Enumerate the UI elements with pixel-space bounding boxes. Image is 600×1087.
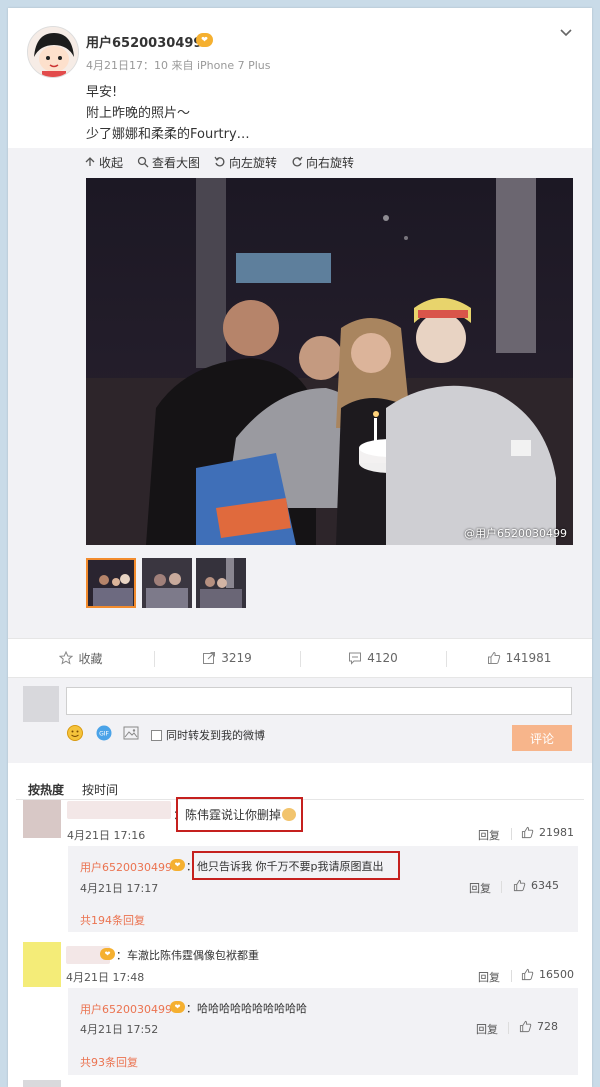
star-icon (59, 651, 74, 665)
post-action-bar: 收藏 3219 4120 141981 (8, 638, 592, 678)
comment-button[interactable]: 4120 (300, 639, 446, 677)
post-text-line-3: 少了娜娜和柔柔的Fourtry… (86, 127, 250, 142)
current-user-avatar (23, 686, 59, 722)
comment-sort: 按热度 按时间 (28, 781, 118, 798)
image-icon[interactable] (122, 724, 140, 742)
up-arrow-icon (85, 157, 95, 166)
thumbnail-3[interactable] (196, 558, 246, 608)
commenter-name[interactable] (67, 801, 171, 819)
sort-by-hot-tab[interactable]: 按热度 (28, 781, 64, 798)
comment-icon (349, 652, 362, 665)
svg-text:GIF: GIF (99, 731, 109, 738)
comment-like-button[interactable]: 16500 (521, 968, 574, 981)
thumbs-up-icon (487, 651, 500, 664)
reply-button[interactable]: 回复 (476, 1021, 498, 1037)
reply-like-count: 728 (537, 1020, 558, 1033)
thumbs-up-icon (521, 826, 534, 839)
divider (501, 881, 502, 893)
rotate-left-label: 向左旋转 (229, 155, 278, 170)
highlight-box (192, 851, 400, 880)
repost-to-my-weibo-label: 同时转发到我的微博 (166, 729, 265, 742)
post-meta: 4月21日17：10 来自 iPhone 7 Plus (86, 59, 271, 72)
emoji-icon[interactable] (66, 724, 84, 742)
reply-time: 4月21日 17:52 (80, 1023, 159, 1036)
comment-input[interactable] (66, 687, 572, 715)
gif-icon[interactable]: GIF (95, 724, 113, 742)
divider (508, 1022, 509, 1034)
comment-like-count: 16500 (539, 968, 574, 981)
comment-time: 4月21日 17:16 (67, 829, 146, 842)
reply-like-button[interactable]: 6345 (513, 879, 559, 892)
rotate-right-button[interactable]: 向右旋转 (291, 154, 354, 170)
collapse-label: 收起 (99, 155, 124, 170)
magnifier-icon (137, 156, 149, 168)
vip-badge-icon[interactable]: ❤ (196, 33, 213, 47)
repost-button[interactable]: 3219 (154, 639, 300, 677)
user-avatar[interactable] (27, 26, 79, 78)
rotate-right-label: 向右旋转 (306, 155, 355, 170)
reply-like-count: 6345 (531, 879, 559, 892)
comment-like-button[interactable]: 21981 (521, 826, 574, 839)
reply-button[interactable]: 回复 (469, 880, 491, 896)
post-text-line-1: 早安! (86, 85, 118, 100)
reply-author[interactable]: 用户6520030499 (80, 1001, 172, 1017)
thumbs-up-icon (519, 1020, 532, 1033)
highlight-box (176, 797, 303, 832)
thumbnail-1[interactable] (86, 558, 136, 608)
vip-badge-icon: ❤ (170, 859, 185, 871)
weibo-post-card: 用户6520030499 ❤ 4月21日17：10 来自 iPhone 7 Pl… (8, 8, 592, 1087)
like-button[interactable]: 141981 (446, 639, 592, 677)
view-large-button[interactable]: 查看大图 (137, 154, 200, 170)
repost-to-my-weibo-checkbox[interactable]: 同时转发到我的微博 (151, 727, 265, 743)
thumbs-up-icon (521, 968, 534, 981)
rotate-left-icon (214, 156, 225, 167)
thumbnail-2[interactable] (142, 558, 192, 608)
commenter-avatar[interactable] (23, 800, 61, 838)
checkbox-box[interactable] (151, 729, 162, 741)
reply-like-button[interactable]: 728 (519, 1020, 558, 1033)
chevron-down-icon[interactable] (558, 24, 574, 40)
photo-watermark: @用户6520030499 (464, 527, 567, 540)
vip-badge-icon: ❤ (100, 948, 115, 960)
repost-count: 3219 (221, 651, 252, 665)
comment-like-count: 21981 (539, 826, 574, 839)
comment-text: ：车澈比陈伟霆偶像包袱都重 (116, 949, 259, 962)
repost-icon (203, 652, 216, 664)
divider (511, 970, 512, 982)
vip-badge-icon: ❤ (170, 1001, 185, 1013)
sort-by-time-tab[interactable]: 按时间 (82, 781, 118, 798)
favorite-button[interactable]: 收藏 (8, 639, 154, 677)
divider (511, 828, 512, 840)
thumbs-up-icon (513, 879, 526, 892)
post-username[interactable]: 用户6520030499 (86, 32, 202, 51)
reply-time: 4月21日 17:17 (80, 882, 159, 895)
more-replies-link[interactable]: 共93条回复 (80, 1054, 138, 1070)
post-photo[interactable]: @用户6520030499 (86, 178, 573, 545)
collapse-button[interactable]: 收起 (84, 154, 123, 170)
reply-button[interactable]: 回复 (478, 969, 500, 985)
reply-author[interactable]: 用户6520030499 (80, 859, 172, 875)
comment-time: 4月21日 17:48 (66, 971, 145, 984)
rotate-right-icon (292, 156, 303, 167)
more-replies-link[interactable]: 共194条回复 (80, 912, 145, 928)
reply-text: ：哈哈哈哈哈哈哈哈哈哈 (186, 1002, 307, 1015)
view-large-label: 查看大图 (152, 155, 201, 170)
rotate-left-button[interactable]: 向左旋转 (214, 154, 277, 170)
commenter-avatar[interactable] (23, 942, 61, 987)
favorite-label: 收藏 (78, 651, 103, 666)
post-text-line-2: 附上昨晚的照片～ (86, 106, 191, 121)
like-count: 141981 (505, 651, 552, 665)
comment-composer: GIF 同时转发到我的微博 评论 (8, 678, 592, 763)
submit-comment-button[interactable]: 评论 (512, 725, 572, 751)
media-toolbar: 收起 查看大图 向左旋转 向右旋转 (84, 154, 354, 170)
comment-count: 4120 (367, 651, 398, 665)
reply-button[interactable]: 回复 (478, 827, 500, 843)
commenter-avatar[interactable] (23, 1080, 61, 1087)
